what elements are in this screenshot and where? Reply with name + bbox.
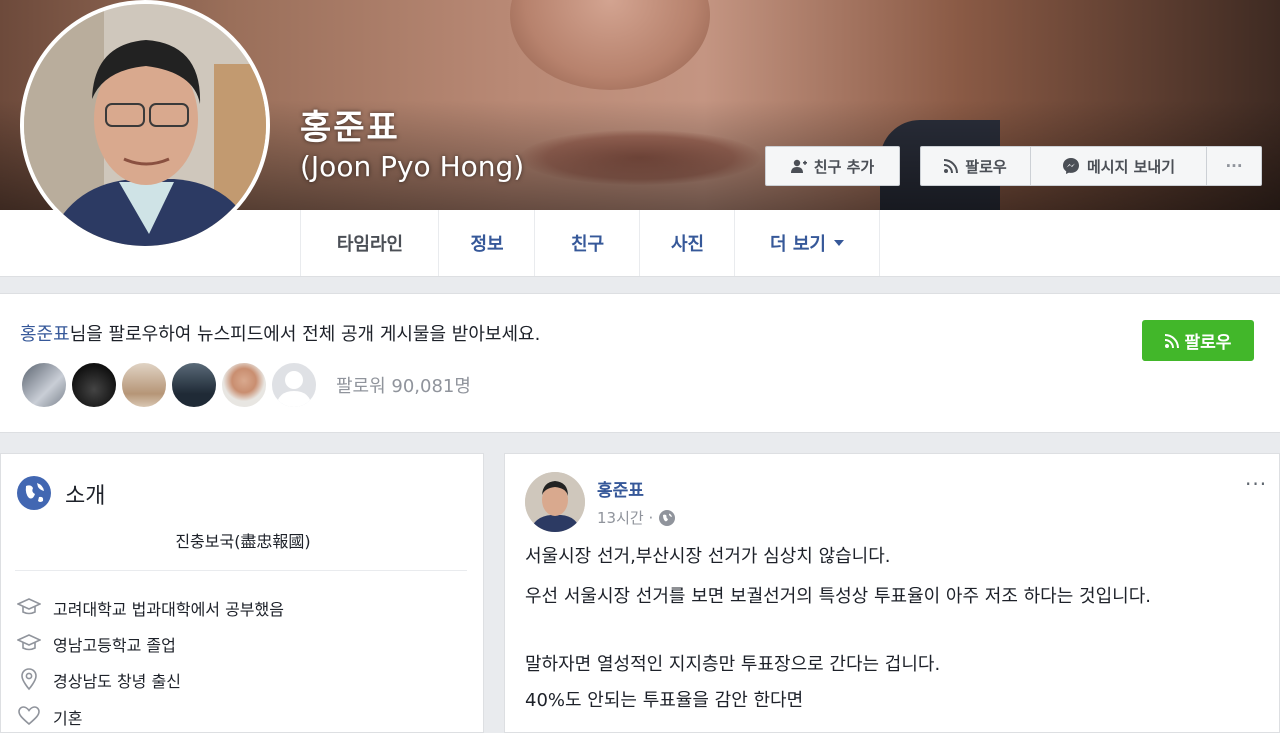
more-options-icon: ··· <box>1225 157 1243 175</box>
tab-more[interactable]: 더 보기 <box>734 210 880 276</box>
post-author-avatar[interactable] <box>525 472 585 532</box>
globe-privacy-icon <box>659 509 676 526</box>
default-avatar-icon <box>276 371 312 407</box>
follow-header-label: 팔로우 <box>965 157 1007 176</box>
profile-alternate-name: (Joon Pyo Hong) <box>300 150 525 183</box>
follow-prompt-name[interactable]: 홍준표 <box>20 324 70 345</box>
profile-picture[interactable] <box>20 0 270 250</box>
globe-icon <box>17 476 51 510</box>
location-pin-icon <box>21 668 37 691</box>
rss-icon <box>1164 333 1179 348</box>
tab-friends[interactable]: 친구 <box>534 210 640 276</box>
follow-button-label: 팔로우 <box>1184 333 1232 353</box>
follow-prompt-suffix: 님을 팔로우하여 뉴스피드에서 전체 공개 게시물을 받아보세요. <box>69 324 541 345</box>
cover-face-detail <box>510 0 710 90</box>
add-friend-button[interactable]: 친구 추가 <box>765 146 900 186</box>
message-button[interactable]: 메시지 보내기 <box>1030 146 1207 186</box>
intro-card: 소개 진충보국(盡忠報國) 고려대학교 법과대학에서 공부했음 영남고등학교 졸… <box>0 453 484 733</box>
chevron-down-icon <box>833 239 844 246</box>
follow-prompt-card: 홍준표님을 팔로우하여 뉴스피드에서 전체 공개 게시물을 받아보세요. 팔로우… <box>0 293 1280 433</box>
follower-avatar[interactable] <box>170 361 218 409</box>
graduation-cap-icon <box>17 634 41 651</box>
post-options-icon[interactable]: ··· <box>1245 472 1267 496</box>
post-text-line: 40%도 안되는 투표율을 감안 한다면 <box>525 690 804 711</box>
follower-avatar[interactable] <box>120 361 168 409</box>
post-card: 홍준표 13시간 · ··· 서울시장 선거,부산시장 선거가 심상치 않습니다… <box>504 453 1280 733</box>
tab-timeline[interactable]: 타임라인 <box>300 210 439 276</box>
divider <box>15 570 467 571</box>
profile-name: 홍준표 <box>300 108 400 148</box>
more-options-button[interactable]: ··· <box>1206 146 1262 186</box>
follow-button[interactable]: 팔로우 <box>1142 320 1254 361</box>
post-author-portrait <box>525 472 585 532</box>
intro-education-highschool[interactable]: 영남고등학교 졸업 <box>53 632 176 656</box>
tab-more-label: 더 보기 <box>770 234 826 255</box>
tab-about[interactable]: 정보 <box>438 210 535 276</box>
follow-header-button[interactable]: 팔로우 <box>920 146 1031 186</box>
heart-icon <box>18 706 40 726</box>
rss-icon <box>944 159 959 173</box>
add-friend-label: 친구 추가 <box>813 157 875 176</box>
post-text-line: 우선 서울시장 선거를 보면 보궐선거의 특성상 투표율이 아주 저조 하다는 … <box>525 586 1151 607</box>
intro-education-university[interactable]: 고려대학교 법과대학에서 공부했음 <box>53 596 284 620</box>
graduation-cap-icon <box>17 598 41 615</box>
post-time-text: 13시간 · <box>597 509 654 527</box>
intro-title: 소개 <box>65 484 106 509</box>
follow-prompt-text: 홍준표님을 팔로우하여 뉴스피드에서 전체 공개 게시물을 받아보세요. <box>20 320 540 346</box>
follower-avatar[interactable] <box>220 361 268 409</box>
follower-avatar[interactable] <box>20 361 68 409</box>
follower-avatar-placeholder[interactable] <box>270 361 318 409</box>
post-text-line: 서울시장 선거,부산시장 선거가 심상치 않습니다. <box>525 546 891 567</box>
post-author-name[interactable]: 홍준표 <box>597 476 644 501</box>
post-timestamp[interactable]: 13시간 · <box>597 507 676 528</box>
add-friend-icon <box>790 159 807 173</box>
intro-relationship: 기혼 <box>53 709 83 728</box>
post-text-line: 말하자면 열성적인 지지층만 투표장으로 간다는 겁니다. <box>525 654 941 675</box>
follower-avatar[interactable] <box>70 361 118 409</box>
follower-count[interactable]: 팔로워 90,081명 <box>336 372 471 398</box>
intro-bio: 진충보국(盡忠報國) <box>175 532 311 551</box>
tab-photos[interactable]: 사진 <box>639 210 735 276</box>
messenger-icon <box>1062 158 1079 174</box>
profile-portrait <box>24 4 266 246</box>
message-label: 메시지 보내기 <box>1086 157 1176 176</box>
intro-hometown[interactable]: 경상남도 창녕 출신 <box>53 668 181 692</box>
